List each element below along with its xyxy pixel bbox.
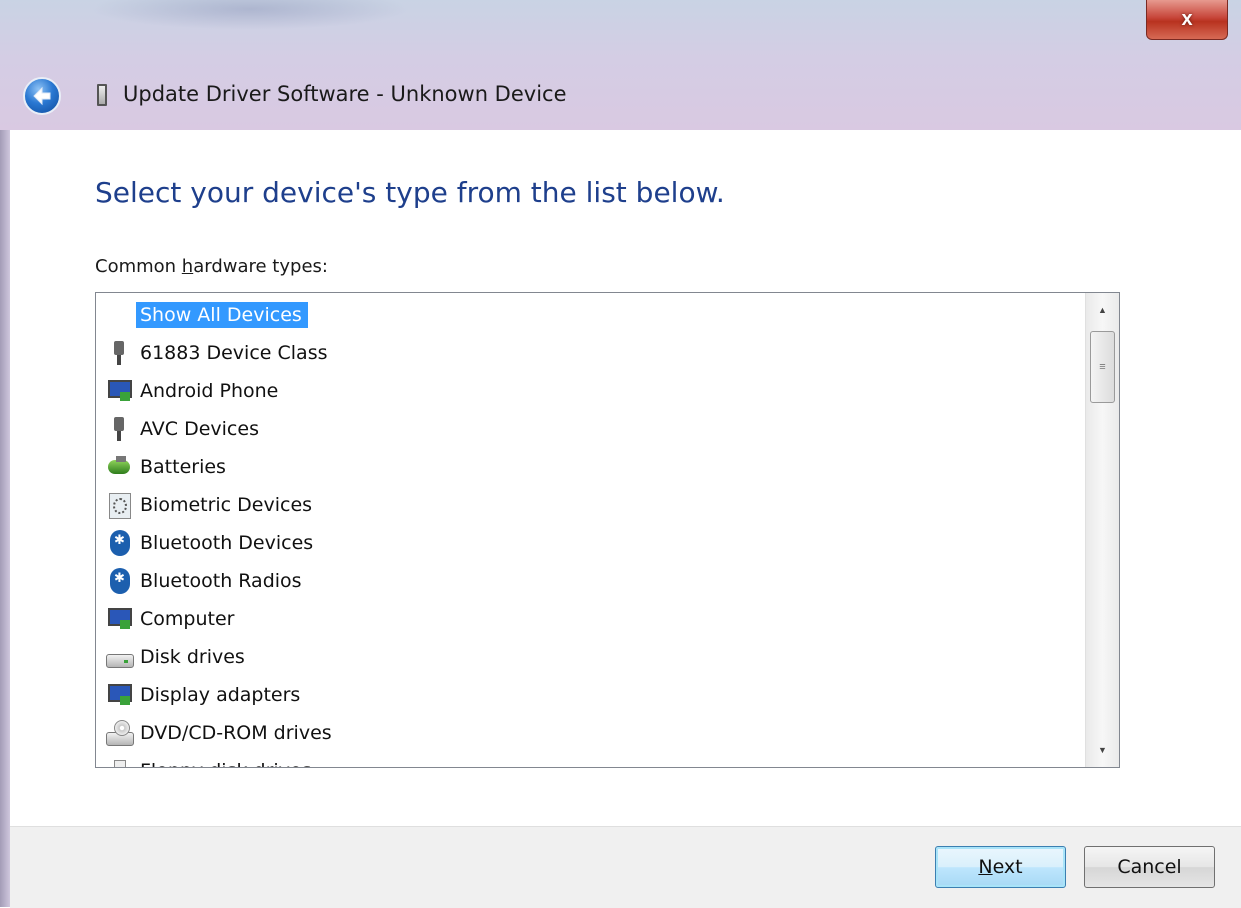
list-item-label: AVC Devices [140,418,259,440]
list-item-avc-devices[interactable]: AVC Devices [104,412,265,446]
usb-plug-icon [104,338,136,368]
cancel-button[interactable]: Cancel [1084,846,1215,888]
next-accelerator: N [978,856,993,878]
list-item-label: Show All Devices [136,302,308,328]
unknown-device-icon [97,84,107,106]
next-button[interactable]: Next [935,846,1066,888]
list-label-accelerator: h [181,256,194,277]
next-label: ext [992,856,1023,878]
list-item-biometric-devices[interactable]: Biometric Devices [104,488,318,522]
scroll-thumb[interactable]: ≡ [1090,331,1115,403]
fingerprint-icon [104,490,136,520]
list-item-dvd-cd-rom-drives[interactable]: DVD/CD-ROM drives [104,716,338,750]
list-item-floppy-disk-drives[interactable]: Floppy disk drives [104,754,318,767]
floppy-icon [104,756,136,767]
list-item-display-adapters[interactable]: Display adapters [104,678,306,712]
list-item-label: Bluetooth Radios [140,570,302,592]
disk-drive-icon [104,642,136,672]
close-button[interactable]: x [1146,0,1228,40]
vertical-scrollbar[interactable]: ▲ ≡ ▼ [1085,293,1119,767]
list-item-label: Display adapters [140,684,301,706]
scroll-down-button[interactable]: ▼ [1086,733,1119,767]
list-item-android-phone[interactable]: Android Phone [104,374,284,408]
list-item-label: DVD/CD-ROM drives [140,722,332,744]
list-item-label: 61883 Device Class [140,342,328,364]
list-item-disk-drives[interactable]: Disk drives [104,640,251,674]
scroll-up-button[interactable]: ▲ [1086,293,1119,327]
list-item-bluetooth-radios[interactable]: Bluetooth Radios [104,564,308,598]
blank-icon [104,300,136,330]
list-item-label: Computer [140,608,235,630]
list-item-label: Android Phone [140,380,279,402]
listbox-items: Show All Devices 61883 Device Class Andr… [96,293,1086,767]
list-label-suffix: ardware types: [193,256,328,277]
list-item-61883-device-class[interactable]: 61883 Device Class [104,336,334,370]
dvd-drive-icon [104,718,136,748]
usb-plug-icon [104,414,136,444]
battery-icon [104,452,136,482]
computer-icon [104,604,136,634]
back-arrow-icon [33,86,51,106]
list-item-label: Batteries [140,456,226,478]
page-heading: Select your device's type from the list … [95,176,725,209]
list-item-label: Disk drives [140,646,245,668]
bluetooth-icon [104,528,136,558]
list-item-label: Biometric Devices [140,494,313,516]
window-frame-edge [0,130,10,907]
window-title: Update Driver Software - Unknown Device [123,82,567,106]
glass-reflection [90,0,410,30]
title-bar: x Update Driver Software - Unknown Devic… [0,0,1241,131]
list-item-show-all-devices[interactable]: Show All Devices [104,298,308,332]
list-item-label: Bluetooth Devices [140,532,314,554]
list-item-bluetooth-devices[interactable]: Bluetooth Devices [104,526,319,560]
list-item-label: Floppy disk drives [136,758,318,767]
bluetooth-icon [104,566,136,596]
list-item-computer[interactable]: Computer [104,602,240,636]
monitor-icon [104,680,136,710]
list-label: Common hardware types: [95,256,328,277]
monitor-icon [104,376,136,406]
list-label-prefix: Common [95,256,182,277]
hardware-types-listbox[interactable]: Show All Devices 61883 Device Class Andr… [95,292,1120,768]
list-item-batteries[interactable]: Batteries [104,450,232,484]
back-button[interactable] [23,77,61,115]
